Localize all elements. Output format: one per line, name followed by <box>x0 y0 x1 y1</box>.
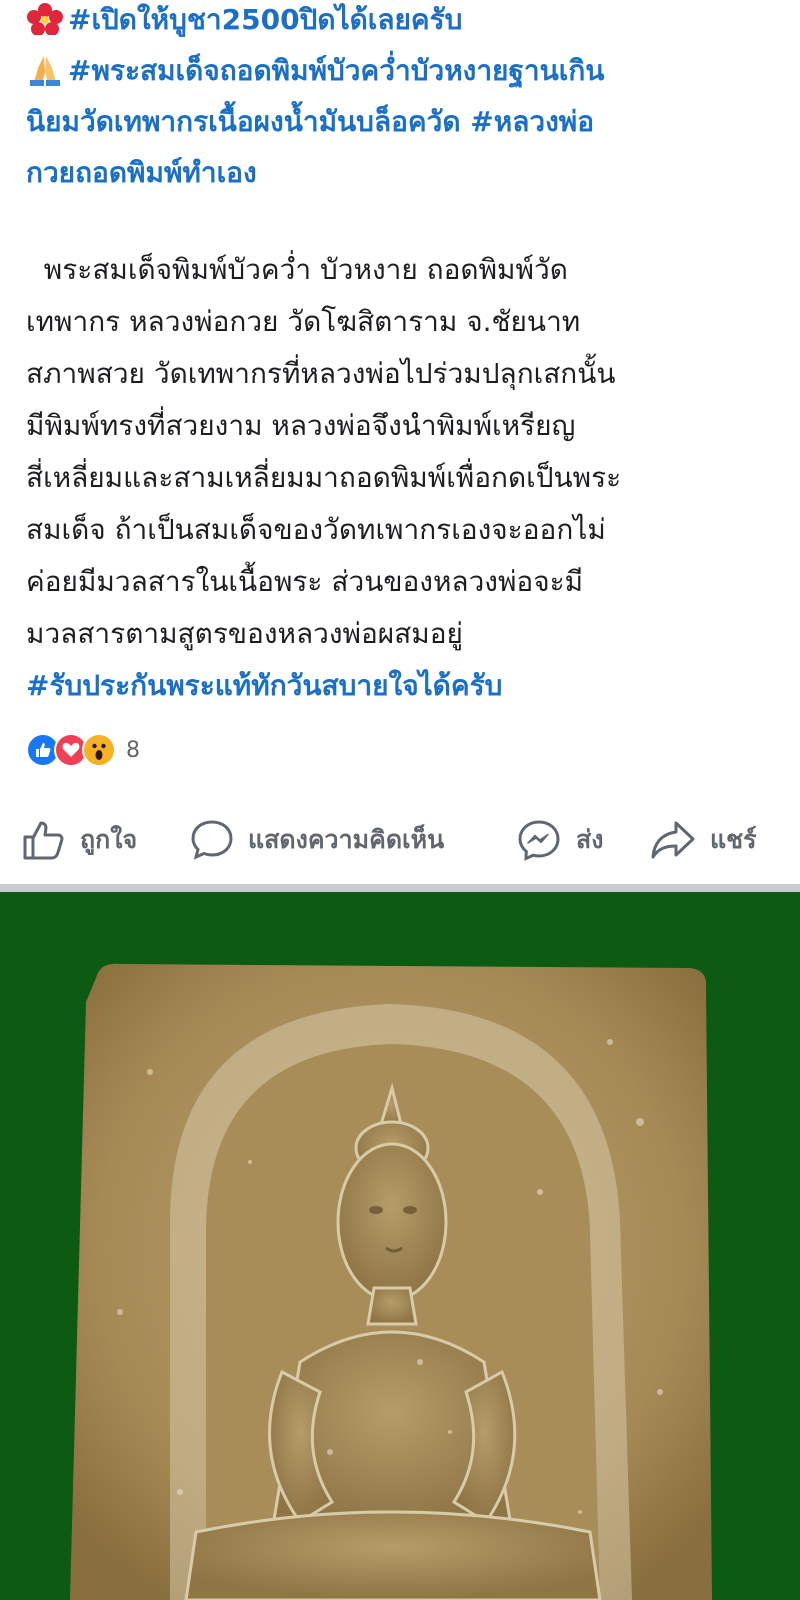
body-line: สภาพสวย วัดเทพากรที่หลวงพ่อไปร่วมปลุกเสก… <box>26 357 616 390</box>
wow-icon <box>82 733 116 767</box>
closing-hashtag[interactable]: #รับประกันพระแท้ทักวันสบายใจได้ครับ <box>26 660 786 712</box>
body-line: สมเด็จ ถ้าเป็นสมเด็จของวัดทเพากรเองจะออก… <box>26 513 606 546</box>
body-line: ค่อยมีมวลสารในเนื้อพระ ส่วนของหลวงพ่อจะม… <box>26 565 584 598</box>
reaction-summary[interactable]: 8 <box>26 732 140 768</box>
like-label: ถูกใจ <box>80 825 138 854</box>
post-hashtag-block: #เปิดให้บูชา2500ปิดได้เลยครับ #พระสมเด็จ… <box>26 0 786 198</box>
hashtag-link[interactable]: #เปิดให้บูชา2500ปิดได้เลยครับ <box>68 3 462 36</box>
hashtag-line-3[interactable]: นิยมวัดเทพากรเนื้อผงน้ำมันบล็อควัด #หลวง… <box>26 96 786 147</box>
body-line: พระสมเด็จพิมพ์บัวคว่ำ บัวหงาย ถอดพิมพ์วั… <box>26 253 568 286</box>
hashtag-line-1: #เปิดให้บูชา2500ปิดได้เลยครับ <box>26 0 786 45</box>
share-arrow-icon <box>651 821 695 859</box>
comment-button[interactable]: แสดงความคิดเห็น <box>190 808 444 872</box>
hashtag-line-4[interactable]: กวยถอดพิมพ์ทำเอง <box>26 147 786 198</box>
comment-label: แสดงความคิดเห็น <box>248 825 445 854</box>
body-line: มีพิมพ์ทรงที่สวยงาม หลวงพ่อจึงนำพิมพ์เหร… <box>26 409 576 442</box>
post-photo[interactable] <box>0 892 800 1600</box>
post-body-text: พระสมเด็จพิมพ์บัวคว่ำ บัวหงาย ถอดพิมพ์วั… <box>26 244 786 712</box>
body-line: เทพากร หลวงพ่อกวย วัดโฆสิตาราม จ.ชัยนาท <box>26 305 581 338</box>
body-line: สี่เหลี่ยมและสามเหลี่ยมมาถอดพิมพ์เพื่อกด… <box>26 461 622 494</box>
thumbs-up-icon <box>23 821 64 860</box>
reaction-count: 8 <box>126 737 140 763</box>
hibiscus-icon <box>27 3 63 35</box>
share-label: แชร์ <box>710 825 757 854</box>
amulet-image <box>70 963 712 1600</box>
send-button[interactable]: ส่ง <box>516 808 603 872</box>
share-button[interactable]: แชร์ <box>650 808 757 872</box>
body-line: มวลสารตามสูตรของหลวงพ่อผสมอยู่ <box>26 617 463 650</box>
like-button[interactable]: ถูกใจ <box>22 808 137 872</box>
comment-bubble-icon <box>191 820 233 860</box>
hashtag-line-2: #พระสมเด็จถอดพิมพ์บัวคว่ำบัวหงายฐานเกิน <box>26 45 786 96</box>
messenger-icon <box>518 820 560 861</box>
post-card: #เปิดให้บูชา2500ปิดได้เลยครับ #พระสมเด็จ… <box>0 0 800 884</box>
folded-hands-icon <box>30 56 60 86</box>
send-label: ส่ง <box>576 825 604 854</box>
section-divider <box>0 884 800 892</box>
hashtag-link[interactable]: #พระสมเด็จถอดพิมพ์บัวคว่ำบัวหงายฐานเกิน <box>68 54 604 87</box>
action-bar: ถูกใจ แสดงความคิดเห็น ส่ง แชร์ <box>0 808 800 872</box>
